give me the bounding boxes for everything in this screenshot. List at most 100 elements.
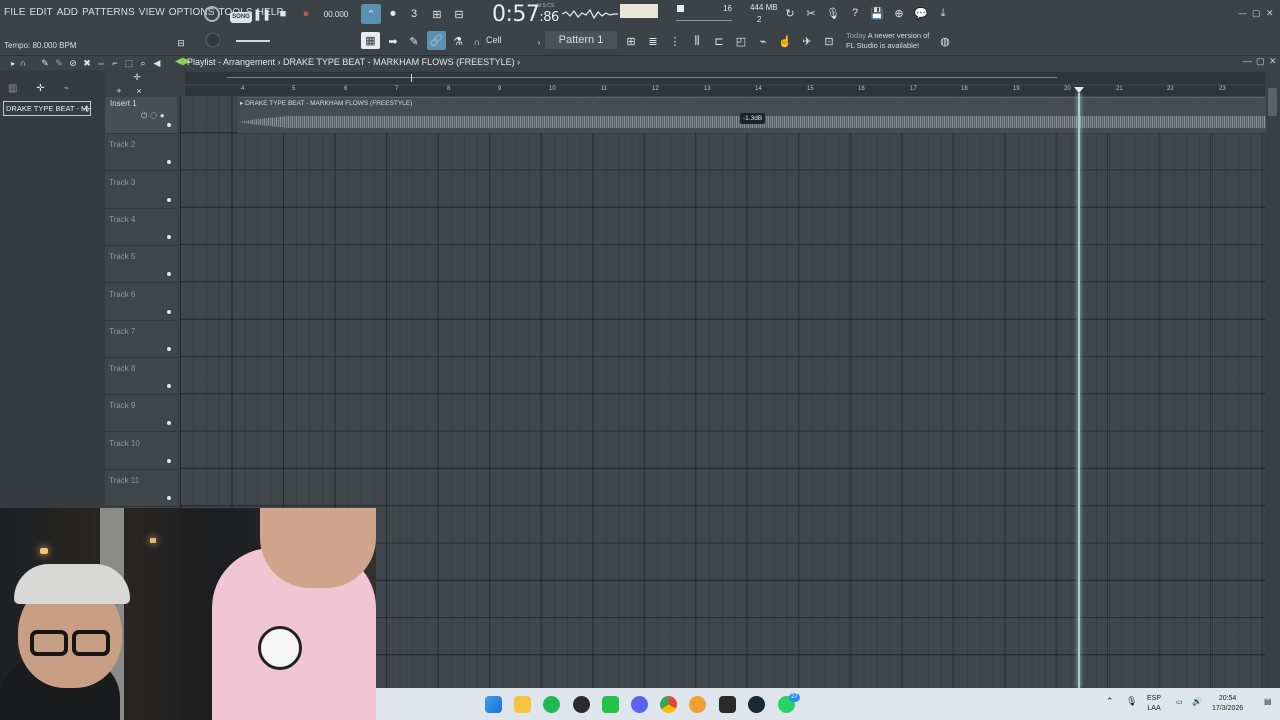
- file-explorer-icon[interactable]: [514, 696, 531, 713]
- track-led[interactable]: [167, 123, 171, 127]
- track-led[interactable]: [167, 309, 171, 314]
- timeline-ruler[interactable]: 4 5 6 7 8 9 10 11 12 13 14 15 16 17 18 1…: [185, 86, 1265, 96]
- track-led[interactable]: [167, 234, 171, 239]
- tray-chevron-icon[interactable]: ⌃: [1106, 696, 1114, 706]
- track-header[interactable]: Track 9: [105, 395, 177, 433]
- playhead-line[interactable]: [1078, 93, 1080, 688]
- track-led[interactable]: [167, 458, 171, 463]
- volume-tray-icon[interactable]: 🔊: [1192, 697, 1202, 707]
- fx-icon[interactable]: ✂: [802, 4, 820, 22]
- playlist-maximize-icon[interactable]: ▢: [1256, 56, 1265, 67]
- plugin-icon[interactable]: ⌁: [754, 32, 772, 50]
- clock[interactable]: 20:54 17/3/2026: [1212, 694, 1243, 714]
- track-header[interactable]: Track 4: [105, 209, 177, 246]
- track-led[interactable]: [167, 160, 171, 165]
- master-pitch-slider[interactable]: [236, 40, 270, 42]
- song-mode-badge[interactable]: SONG: [230, 12, 252, 23]
- refresh-icon[interactable]: ↻: [781, 4, 799, 22]
- steam-icon[interactable]: [748, 696, 765, 713]
- horizontal-scrollbar[interactable]: [185, 72, 1265, 84]
- wait-for-input-icon[interactable]: ⏺: [384, 5, 402, 23]
- record-button[interactable]: ●: [297, 5, 315, 23]
- touch-icon[interactable]: ☝: [776, 32, 794, 50]
- pattern-add-icon[interactable]: ⊞: [622, 32, 640, 50]
- track-header[interactable]: Track 8: [105, 358, 177, 396]
- track-header-insert[interactable]: Insert 1 ⏻ ◇ ●: [105, 97, 177, 134]
- track-led[interactable]: [167, 197, 171, 202]
- track-header[interactable]: Track 3: [105, 172, 177, 209]
- network-icon[interactable]: ▭: [1176, 698, 1183, 708]
- picker-audio-icon[interactable]: ✛: [36, 83, 44, 94]
- channel-rack-icon[interactable]: ◰: [732, 32, 750, 50]
- chat-icon[interactable]: 💬: [912, 4, 930, 22]
- magnet-icon[interactable]: ∩: [468, 33, 486, 51]
- track-header[interactable]: Track 6: [105, 284, 177, 321]
- track-header[interactable]: Track 7: [105, 321, 177, 358]
- spotify-icon[interactable]: [543, 696, 560, 713]
- vertical-scroll-thumb[interactable]: [1268, 88, 1277, 116]
- save-icon[interactable]: 💾: [868, 4, 886, 22]
- track-led[interactable]: [167, 346, 171, 351]
- next-arrow-icon[interactable]: ➡: [384, 32, 402, 50]
- windows-start-icon[interactable]: [485, 696, 502, 713]
- minimize-window-icon[interactable]: —: [1238, 8, 1247, 18]
- playback-tool-icon[interactable]: ◀: [148, 54, 166, 72]
- track-zoom-icon[interactable]: ✛: [128, 68, 146, 86]
- menu-add[interactable]: ADD: [57, 7, 78, 18]
- playlist-close-icon[interactable]: ✕: [1269, 56, 1277, 67]
- picker-clip-menu-icon[interactable]: ✛: [78, 100, 96, 118]
- metronome-icon[interactable]: ⌃: [361, 4, 381, 24]
- help-icon[interactable]: ?: [846, 4, 864, 22]
- fl-studio-taskbar-icon[interactable]: [689, 696, 706, 713]
- playlist-icon[interactable]: ⋮: [666, 32, 684, 50]
- picker-pattern-icon[interactable]: ▥: [8, 83, 17, 94]
- menu-view[interactable]: VIEW: [139, 7, 165, 18]
- step-edit-icon[interactable]: ⊞: [428, 5, 446, 23]
- playlist-minimize-icon[interactable]: —: [1243, 56, 1252, 66]
- picker-automation-icon[interactable]: ⌁: [63, 83, 69, 94]
- tempo-tapper-icon[interactable]: ✈: [798, 32, 816, 50]
- snap-selector[interactable]: Cell: [486, 35, 502, 45]
- discord-icon[interactable]: [631, 696, 648, 713]
- master-pitch-knob[interactable]: [205, 32, 221, 48]
- track-header[interactable]: Track 10: [105, 433, 177, 470]
- vertical-scrollbar[interactable]: [1266, 86, 1280, 688]
- track-led[interactable]: [167, 421, 171, 426]
- language-indicator[interactable]: ESP LAA: [1147, 694, 1161, 714]
- download-icon[interactable]: ⤓: [934, 4, 952, 22]
- maximize-window-icon[interactable]: ▢: [1252, 8, 1261, 19]
- track-controls-icon[interactable]: ⏻ ◇ ●: [141, 111, 165, 121]
- close-window-icon[interactable]: ✕: [1266, 8, 1274, 19]
- app-icon[interactable]: [602, 696, 619, 713]
- menu-edit[interactable]: EDIT: [30, 7, 53, 18]
- track-header[interactable]: Track 2: [105, 134, 177, 172]
- notification-icon[interactable]: ▤: [1264, 697, 1272, 707]
- stop-button[interactable]: ■: [274, 5, 292, 23]
- menu-file[interactable]: FILE: [4, 7, 26, 18]
- draw-tool-icon[interactable]: ✎: [405, 32, 423, 50]
- browser-icon[interactable]: ⊏: [710, 32, 728, 50]
- playlist-view-icon[interactable]: ▦: [361, 32, 380, 49]
- microphone-icon[interactable]: 🎙: [824, 4, 842, 22]
- countdown-icon[interactable]: 3: [405, 5, 423, 23]
- mixer-icon[interactable]: ⊕: [890, 4, 908, 22]
- epic-games-icon[interactable]: [719, 696, 736, 713]
- master-volume-slider[interactable]: [676, 20, 732, 21]
- news-panel[interactable]: Today A newer version of FL Studio is av…: [846, 31, 929, 51]
- snap-icon[interactable]: ⊟: [172, 34, 190, 52]
- globe-icon[interactable]: ◍: [936, 32, 954, 50]
- link-icon[interactable]: 🔗: [427, 31, 446, 50]
- track-led[interactable]: [167, 272, 171, 277]
- chrome-icon[interactable]: [660, 696, 677, 713]
- stamp-icon[interactable]: ⚗: [449, 32, 467, 50]
- pause-button[interactable]: ❚❚: [253, 5, 271, 23]
- obs-icon[interactable]: [573, 696, 590, 713]
- overview-position-marker[interactable]: [411, 74, 412, 82]
- tempo-readout[interactable]: 00.000: [322, 5, 350, 23]
- pattern-selector[interactable]: Pattern 1: [545, 31, 617, 49]
- blend-notes-icon[interactable]: ⊟: [450, 5, 468, 23]
- menu-patterns[interactable]: PATTERNS: [82, 7, 135, 18]
- pattern-song-toggle-icon[interactable]: [204, 6, 220, 22]
- piano-roll-icon[interactable]: ≣: [644, 32, 662, 50]
- track-led[interactable]: [167, 384, 171, 389]
